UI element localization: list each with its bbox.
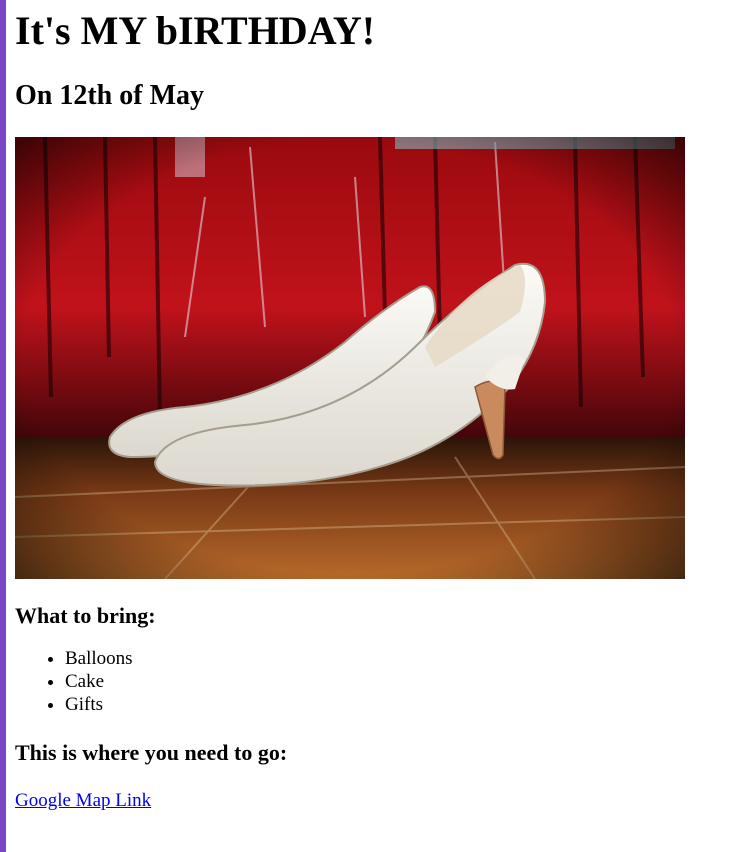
shoes-photo	[15, 137, 685, 579]
list-item: Balloons	[65, 647, 735, 670]
directions-heading: This is where you need to go:	[15, 740, 288, 765]
page-subtitle: On 12th of May	[15, 80, 204, 111]
left-accent-bar	[0, 0, 6, 852]
list-item: Cake	[65, 670, 735, 693]
list-item: Gifts	[65, 693, 735, 716]
page-content: It's MY bIRTHDAY! On 12th of May What to…	[15, 0, 735, 812]
google-map-link[interactable]: Google Map Link	[15, 790, 151, 812]
bring-list: Balloons Cake Gifts	[15, 647, 735, 716]
bring-heading: What to bring:	[15, 603, 156, 628]
page-title: It's MY bIRTHDAY!	[15, 8, 376, 53]
